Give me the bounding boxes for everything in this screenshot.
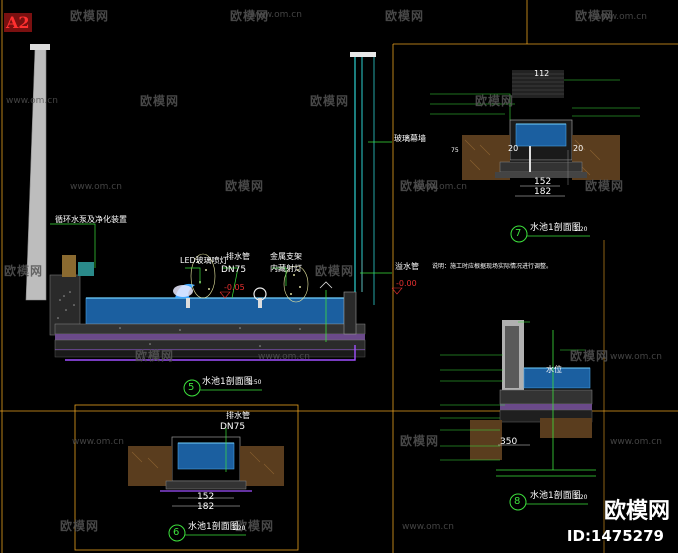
watermark-url: www.om.cn	[415, 182, 467, 192]
watermark: 欧模网	[385, 9, 425, 23]
watermark: 欧模网	[310, 94, 350, 108]
brand-id: ID:1475279	[566, 527, 664, 545]
section-scale: 1:20	[574, 494, 588, 501]
dim-182: 182	[534, 187, 552, 197]
watermark: 欧模网	[140, 94, 180, 108]
overflow-label: 溢水管	[395, 262, 419, 271]
brand-logo: 欧模网	[603, 499, 670, 524]
watermark: 欧模网	[585, 179, 625, 193]
level-right: -0.00	[396, 279, 417, 288]
dim-20b: 20	[573, 144, 584, 153]
dim-152: 152	[197, 492, 215, 502]
section-title: 水池1剖面图	[202, 377, 253, 387]
section7-note: 说明：施工时应根据现场实际情况进行调整。	[432, 263, 553, 270]
metal-label: 金属支架	[270, 252, 302, 261]
section-number: 6	[173, 527, 180, 538]
glass-label: 玻璃幕墙	[394, 134, 426, 143]
watermark: 欧模网	[60, 519, 100, 533]
section-number: 7	[515, 228, 522, 239]
dn-label: DN75	[221, 265, 247, 275]
watermark-url: www.om.cn	[610, 352, 662, 362]
watermark-url: www.om.cn	[6, 96, 58, 106]
watermark: 欧模网	[315, 264, 355, 278]
section-number: 8	[514, 496, 521, 507]
watermark-url: www.om.cn	[258, 352, 310, 362]
watermark-url: www.om.cn	[595, 12, 647, 22]
dim-height: 75	[451, 147, 459, 154]
pump-label: 循环水泵及净化装置	[55, 215, 127, 224]
watermark-url: www.om.cn	[402, 522, 454, 532]
watermark: 欧模网	[4, 264, 44, 278]
section-scale: 1:50	[248, 379, 262, 386]
level-left: -0.05	[224, 283, 245, 292]
watermark-url: www.om.cn	[70, 182, 122, 192]
dn-label: DN75	[220, 422, 246, 432]
section-number: 5	[188, 382, 195, 393]
section-scale: 1:20	[574, 226, 588, 233]
section-scale: 1:20	[232, 525, 246, 532]
dim-20a: 20	[508, 144, 519, 153]
water-label: 水位	[546, 365, 562, 374]
lamp-label: 内藏射灯	[270, 264, 302, 273]
sheet-label: A2	[4, 13, 32, 32]
dim-top: 112	[534, 69, 550, 78]
watermark: 欧模网	[225, 179, 265, 193]
watermark-url: www.om.cn	[250, 10, 302, 20]
drain-label: 排水管	[226, 252, 250, 261]
dim-182: 182	[197, 502, 215, 512]
watermark-url: www.om.cn	[72, 437, 124, 447]
watermark: 欧模网	[475, 94, 515, 108]
dim-152: 152	[534, 177, 552, 187]
watermark: 欧模网	[70, 9, 110, 23]
drain-label: 排水管	[226, 411, 250, 420]
dim-350: 350	[500, 437, 518, 447]
led-label: LED玻璃喷灯	[180, 256, 228, 265]
watermark-url: www.om.cn	[610, 437, 662, 447]
cad-drawing-canvas: A2 欧模网 欧模网 欧模网 欧模网 欧模网 欧模网 欧模网 欧模网 欧模网 欧…	[0, 0, 678, 553]
watermark: 欧模网	[135, 349, 175, 363]
watermark: 欧模网	[570, 349, 610, 363]
watermark: 欧模网	[400, 434, 440, 448]
